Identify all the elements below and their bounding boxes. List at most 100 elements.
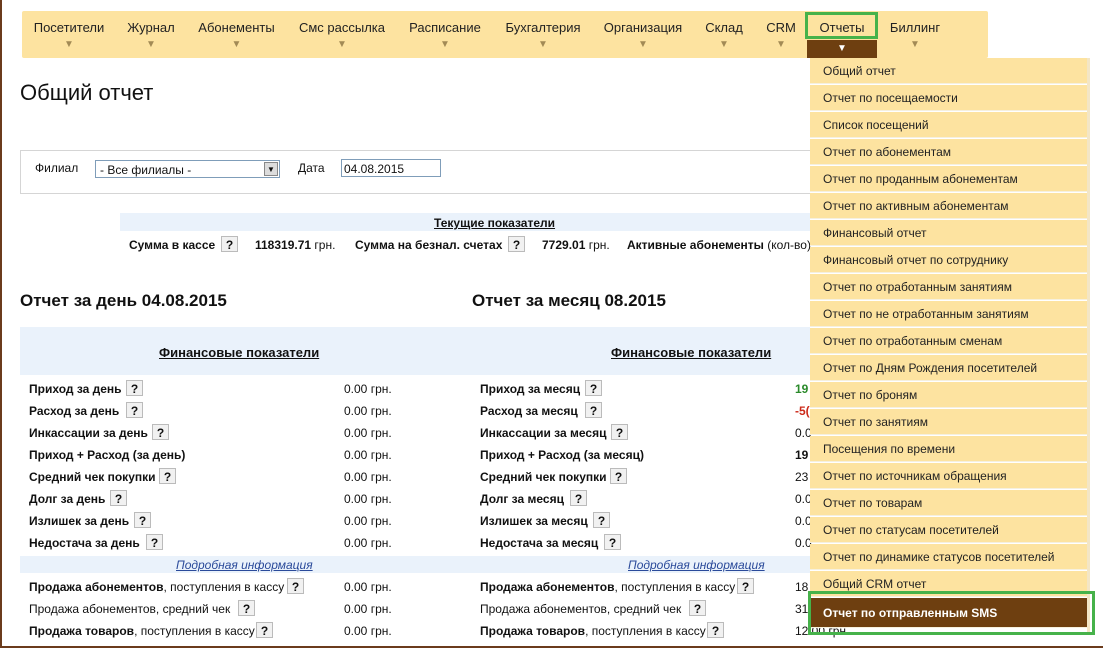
month-report-title: Отчет за месяц 08.2015 xyxy=(472,291,666,310)
sms-report-highlight xyxy=(808,591,1095,635)
day-row-value: 0.00 грн. xyxy=(344,426,392,440)
detail-row-value: 0.00 грн. xyxy=(344,602,392,616)
menu-item-attendance-report[interactable]: Отчет по посещаемости xyxy=(810,85,1087,111)
day-row-label: Недостача за день xyxy=(29,536,140,550)
help-button[interactable]: ? xyxy=(238,600,255,616)
nav-accounting[interactable]: Бухгалтерия ▼ xyxy=(493,11,593,58)
nav-label: Бухгалтерия xyxy=(505,20,581,35)
chevron-down-icon: ▼ xyxy=(337,39,347,50)
help-button[interactable]: ? xyxy=(611,424,628,440)
detail-row-value: 0.00 грн. xyxy=(344,580,392,594)
detail-row-suffix: , поступления в кассу xyxy=(585,624,706,638)
menu-item-worked-classes[interactable]: Отчет по отработанным занятиям xyxy=(810,274,1087,300)
help-button[interactable]: ? xyxy=(508,236,525,252)
help-button[interactable]: ? xyxy=(707,622,724,638)
month-row-label: Расход за месяц xyxy=(480,404,578,418)
active-suffix: (кол-во) xyxy=(767,238,811,252)
nav-sms[interactable]: Смс рассылка ▼ xyxy=(287,11,397,58)
nav-schedule[interactable]: Расписание ▼ xyxy=(397,11,493,58)
help-button[interactable]: ? xyxy=(126,402,143,418)
chevron-down-icon: ▼ xyxy=(776,39,786,50)
menu-item-sold-subscriptions[interactable]: Отчет по проданным абонементам xyxy=(810,166,1087,192)
day-row-value: 0.00 грн. xyxy=(344,448,392,462)
nav-visitors[interactable]: Посетители ▼ xyxy=(22,11,116,58)
day-fin-heading: Финансовые показатели xyxy=(159,345,320,360)
help-button[interactable]: ? xyxy=(570,490,587,506)
day-row-value: 0.00 грн. xyxy=(344,514,392,528)
nav-label: Смс рассылка xyxy=(298,20,386,35)
chevron-down-icon: ▼ xyxy=(638,39,648,50)
menu-item-subscriptions-report[interactable]: Отчет по абонементам xyxy=(810,139,1087,165)
menu-item-visitor-statuses[interactable]: Отчет по статусам посетителей xyxy=(810,517,1087,543)
filter-panel: Филиал - Все филиалы - ▼ Дата 04.08.2015 xyxy=(20,150,821,194)
day-row-label: Долг за день xyxy=(29,492,106,506)
help-button[interactable]: ? xyxy=(585,380,602,396)
date-input[interactable]: 04.08.2015 xyxy=(341,159,441,177)
help-button[interactable]: ? xyxy=(126,380,143,396)
month-fin-heading: Финансовые показатели xyxy=(611,345,772,360)
help-button[interactable]: ? xyxy=(604,534,621,550)
day-row-value: 0.00 грн. xyxy=(344,470,392,484)
day-row-label: Приход за день xyxy=(29,382,122,396)
date-label: Дата xyxy=(298,161,325,175)
cash-label: Сумма в кассе xyxy=(129,238,216,252)
help-button[interactable]: ? xyxy=(610,468,627,484)
nav-crm[interactable]: CRM ▼ xyxy=(755,11,807,58)
help-button[interactable]: ? xyxy=(737,578,754,594)
menu-item-unworked-classes[interactable]: Отчет по не отработанным занятиям xyxy=(810,301,1087,327)
menu-item-financial-by-employee[interactable]: Финансовый отчет по сотруднику xyxy=(810,247,1087,273)
detail-row-value: 31 xyxy=(795,602,809,616)
nav-label: Посетители xyxy=(33,20,105,35)
reports-highlight xyxy=(805,12,878,39)
active-label: Активные абонементы xyxy=(627,238,764,252)
help-button[interactable]: ? xyxy=(152,424,169,440)
menu-item-classes[interactable]: Отчет по занятиям xyxy=(810,409,1087,435)
nav-label: Склад xyxy=(705,20,743,35)
nav-warehouse[interactable]: Склад ▼ xyxy=(693,11,755,58)
page-title: Общий отчет xyxy=(20,80,154,105)
menu-item-worked-shifts[interactable]: Отчет по отработанным сменам xyxy=(810,328,1087,354)
menu-item-goods[interactable]: Отчет по товарам xyxy=(810,490,1087,516)
day-row-value: 0.00 грн. xyxy=(344,404,392,418)
nav-journal[interactable]: Журнал ▼ xyxy=(116,11,186,58)
branch-select-value: - Все филиалы - xyxy=(100,163,192,177)
nav-billing[interactable]: Биллинг ▼ xyxy=(877,11,953,58)
help-button[interactable]: ? xyxy=(134,512,151,528)
help-button[interactable]: ? xyxy=(146,534,163,550)
menu-item-general-report[interactable]: Общий отчет xyxy=(810,58,1087,84)
detail-row-suffix: , поступления в кассу xyxy=(163,580,285,594)
menu-item-visits-list[interactable]: Список посещений xyxy=(810,112,1087,138)
help-button[interactable]: ? xyxy=(585,402,602,418)
menu-item-lead-sources[interactable]: Отчет по источникам обращения xyxy=(810,463,1087,489)
menu-item-birthdays[interactable]: Отчет по Дням Рождения посетителей xyxy=(810,355,1087,381)
nav-label: Журнал xyxy=(127,20,175,35)
detail-row-suffix: , поступления в кассу xyxy=(134,624,255,638)
menu-item-financial-report[interactable]: Финансовый отчет xyxy=(810,220,1087,246)
nav-label: Биллинг xyxy=(889,20,941,35)
month-detail-link[interactable]: Подробная информация xyxy=(628,558,765,572)
help-button[interactable]: ? xyxy=(221,236,238,252)
chevron-down-icon: ▼ xyxy=(231,39,242,50)
help-button[interactable]: ? xyxy=(159,468,176,484)
day-row-label: Инкассации за день xyxy=(29,426,148,440)
help-button[interactable]: ? xyxy=(593,512,610,528)
day-row-value: 0.00 грн. xyxy=(344,536,392,550)
nav-organization[interactable]: Организация ▼ xyxy=(593,11,693,58)
branch-label: Филиал xyxy=(35,161,79,175)
menu-shadow xyxy=(1087,58,1090,633)
menu-item-status-dynamics[interactable]: Отчет по динамике статусов посетителей xyxy=(810,544,1087,570)
month-row-label: Излишек за месяц xyxy=(480,514,588,528)
help-button[interactable]: ? xyxy=(256,622,273,638)
day-detail-link[interactable]: Подробная информация xyxy=(176,558,313,572)
menu-item-bookings[interactable]: Отчет по броням xyxy=(810,382,1087,408)
cash-value: 118319.71 xyxy=(255,238,312,252)
menu-item-visits-by-time[interactable]: Посещения по времени xyxy=(810,436,1087,462)
month-row-label: Средний чек покупки xyxy=(480,470,607,484)
nav-subscriptions[interactable]: Абонементы ▼ xyxy=(186,11,287,58)
branch-select[interactable]: - Все филиалы - ▼ xyxy=(95,160,280,178)
currency: грн. xyxy=(314,238,336,252)
help-button[interactable]: ? xyxy=(110,490,127,506)
help-button[interactable]: ? xyxy=(287,578,304,594)
help-button[interactable]: ? xyxy=(689,600,706,616)
menu-item-active-subscriptions[interactable]: Отчет по активным абонементам xyxy=(810,193,1087,219)
